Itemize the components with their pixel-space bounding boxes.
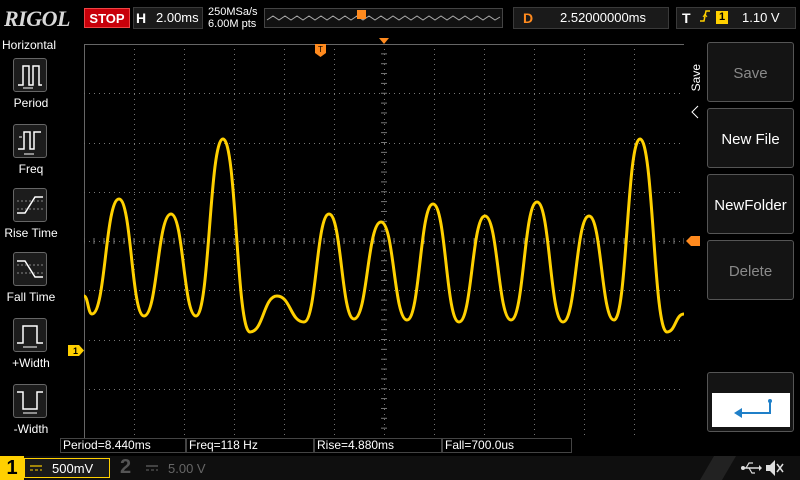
channel1-badge[interactable]: 1 [0,456,24,480]
measure-rise-time[interactable]: Rise Time [0,188,62,252]
measure-fall-time[interactable]: Fall Time [0,252,62,316]
trigger-time-marker: T [315,44,326,57]
trigger-source-badge: 1 [716,11,728,24]
memory-depth: 6.00M pts [208,18,257,30]
trigger-level: 1.10 V [742,10,780,25]
channel2-scale: 5.00 V [168,461,206,476]
svg-text:T: T [318,45,323,54]
measurement-period[interactable]: Period=8.440ms [60,438,186,453]
waveform-overview-icon [266,10,501,21]
acquisition-info: 250MSa/s 6.00M pts [208,6,258,30]
channel2-coupling-icon [146,465,158,471]
channel1-offset-marker[interactable]: 1 [68,345,84,356]
measurement-freq[interactable]: Freq=118 Hz [186,438,314,453]
new-file-button-label: New File [721,131,780,148]
fall-time-icon [13,252,47,286]
measure-period[interactable]: Period [0,58,62,122]
measure-rise-time-label: Rise Time [4,226,58,240]
waveform-display[interactable] [84,44,684,438]
measurement-rise[interactable]: Rise=4.880ms [314,438,442,453]
positive-width-icon [13,318,47,352]
measure-positive-width-label: +Width [12,356,50,370]
usb-icon [741,462,762,474]
channel1-scale: 500mV [52,461,94,476]
run-stop-indicator[interactable]: STOP [84,8,130,28]
save-button-label: Save [733,65,768,82]
new-folder-button[interactable]: NewFolder [707,174,794,234]
save-button[interactable]: Save [707,42,794,102]
measurement-fall[interactable]: Fall=700.0us [442,438,572,453]
menu-arrow-icon [691,105,699,119]
delay-value: 2.52000000ms [560,10,647,25]
delete-button-label: Delete [728,263,773,280]
measure-fall-time-label: Fall Time [6,290,56,304]
brand-logo: RIGOL [4,6,70,31]
enter-icon [734,399,772,418]
measure-freq-label: Freq [18,162,44,176]
measure-freq[interactable]: Freq [0,124,62,188]
status-divider [700,456,736,480]
enter-button-face [712,393,790,427]
new-folder-button-label: NewFolder [714,197,787,214]
delay-label: D [523,10,534,26]
measure-negative-width-label: -Width [13,422,49,436]
svg-text:1: 1 [73,346,78,356]
rise-time-icon [13,188,47,222]
dc-coupling-icon [30,465,42,471]
frequency-icon [13,124,47,158]
channel1-trace [84,137,684,334]
new-file-button[interactable]: New File [707,108,794,168]
trigger-position-marker [357,10,366,19]
graticule [84,44,684,438]
time-center-marker [379,38,389,44]
measure-positive-width[interactable]: +Width [0,318,62,382]
measure-negative-width[interactable]: -Width [0,384,62,448]
save-menu-title: Save [689,64,703,92]
trigger-position-bar[interactable] [264,8,503,28]
negative-width-icon [13,384,47,418]
horizontal-label: H [136,10,147,26]
rising-edge-icon [699,8,711,27]
channel2-badge[interactable]: 2 [120,456,131,479]
enter-button[interactable] [707,372,794,432]
measure-period-label: Period [13,96,49,110]
trigger-label: T [682,10,691,26]
trigger-level-marker [686,236,700,246]
period-icon [13,58,47,92]
mute-icon[interactable] [764,458,784,478]
timebase-value: 2.00ms [156,10,199,25]
delete-button[interactable]: Delete [707,240,794,300]
sample-rate: 250MSa/s [208,6,258,18]
measure-menu-title: Horizontal [2,38,57,52]
